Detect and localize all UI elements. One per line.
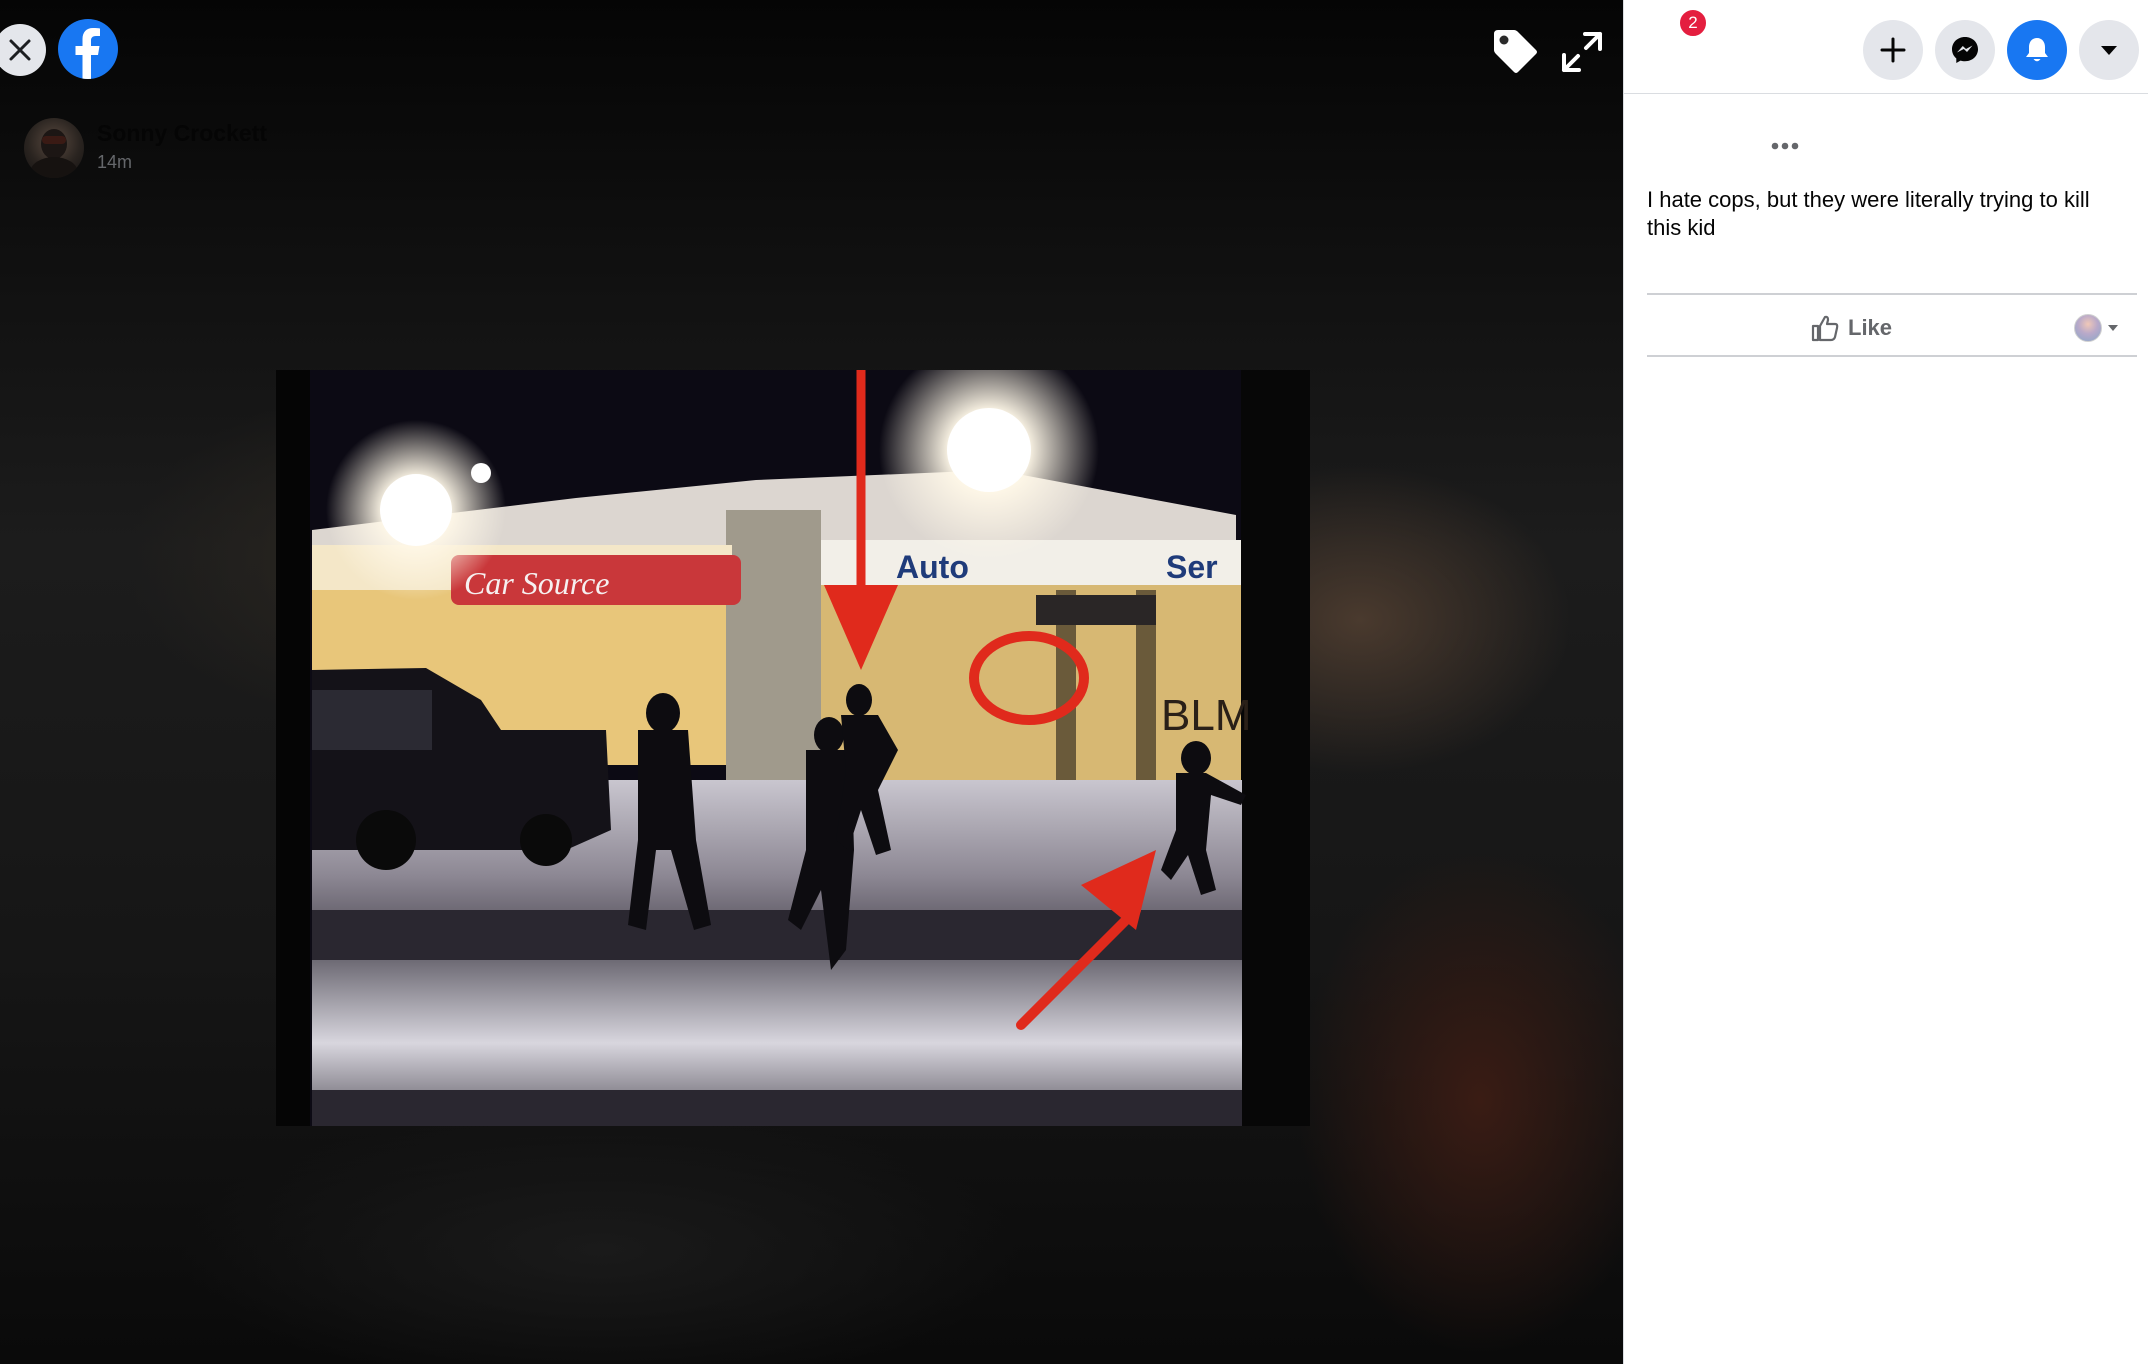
reactions-divider-bottom bbox=[1647, 355, 2137, 357]
current-user-avatar bbox=[2074, 314, 2102, 342]
close-viewer-button[interactable] bbox=[0, 24, 46, 76]
react-as-selector[interactable] bbox=[2074, 312, 2120, 344]
caret-down-icon bbox=[2101, 46, 2117, 55]
tag-icon bbox=[1494, 30, 1537, 73]
post-photo[interactable]: Car Source Auto Ser BLM bbox=[276, 370, 1310, 1126]
more-horizontal-icon bbox=[1771, 142, 1799, 150]
reactions-divider-top bbox=[1647, 293, 2137, 295]
post-options-button[interactable] bbox=[1761, 126, 1809, 166]
facebook-logo[interactable] bbox=[58, 19, 118, 79]
post-message: I hate cops, but they were literally try… bbox=[1647, 187, 2090, 240]
photo-sign-right: Ser bbox=[1166, 549, 1218, 585]
post-header: Sonny Crockett 14m bbox=[24, 118, 504, 180]
close-icon bbox=[9, 39, 31, 61]
photo-sign-left: Car Source bbox=[464, 565, 609, 601]
notifications-count-badge: 2 bbox=[1678, 8, 1708, 38]
like-label: Like bbox=[1848, 315, 1893, 340]
tag-photo-button[interactable] bbox=[1488, 26, 1540, 78]
plus-icon bbox=[1880, 37, 1906, 63]
messenger-button[interactable] bbox=[1935, 20, 1995, 80]
caret-down-icon bbox=[2108, 325, 2118, 331]
create-button[interactable] bbox=[1863, 20, 1923, 80]
messenger-icon bbox=[1952, 37, 1978, 63]
thumbs-up-icon bbox=[1811, 315, 1839, 342]
photo-viewer: Car Source Auto Ser BLM bbox=[0, 0, 1623, 1364]
photo-graffiti: BLM bbox=[1161, 691, 1251, 740]
bell-icon bbox=[2026, 38, 2048, 62]
notifications-button[interactable] bbox=[2007, 20, 2067, 80]
fullscreen-button[interactable] bbox=[1558, 28, 1606, 76]
facebook-logo-icon bbox=[75, 28, 100, 79]
like-button[interactable]: Like bbox=[1810, 308, 1892, 348]
account-menu-button[interactable] bbox=[2079, 20, 2139, 80]
author-name[interactable]: Sonny Crockett bbox=[97, 120, 267, 147]
fullscreen-icon bbox=[1562, 32, 1602, 72]
author-avatar[interactable] bbox=[24, 118, 84, 178]
post-timestamp[interactable]: 14m bbox=[97, 152, 132, 173]
